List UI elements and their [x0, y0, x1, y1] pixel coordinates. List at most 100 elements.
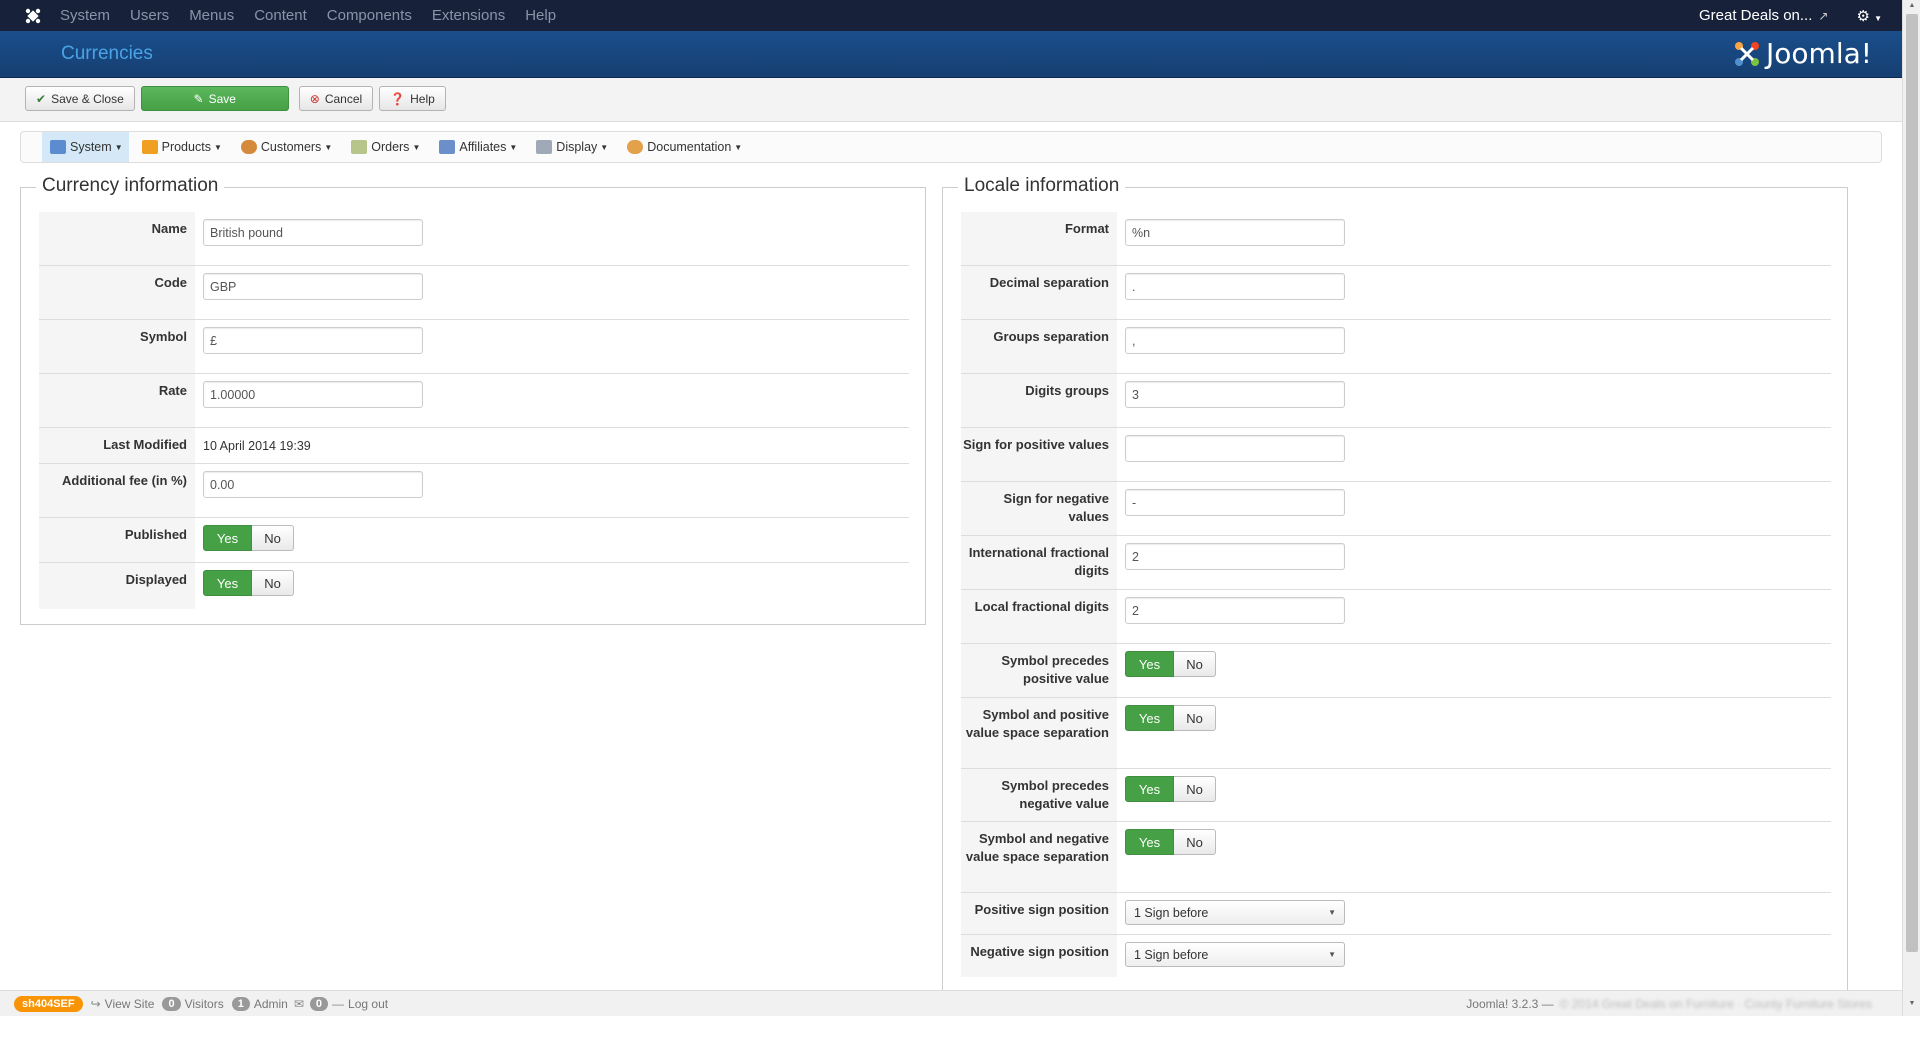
- scroll-down-icon[interactable]: ▼: [1903, 1000, 1920, 1014]
- displayed-no[interactable]: No: [252, 570, 294, 596]
- affiliates-icon: [439, 140, 456, 154]
- logout-icon: —: [332, 996, 345, 1011]
- joomla-brand-icon: [1735, 41, 1760, 66]
- code-input[interactable]: [203, 273, 423, 300]
- submenu-affiliates[interactable]: Affiliates ▼: [431, 132, 523, 162]
- published-yes[interactable]: Yes: [203, 525, 252, 551]
- decimal-label: Decimal separation: [961, 266, 1117, 319]
- help-button[interactable]: ❓ Help: [379, 86, 446, 111]
- neg-position-select[interactable]: 1 Sign before ▼: [1125, 942, 1345, 967]
- intl-frac-input[interactable]: [1125, 543, 1345, 570]
- caret-icon: ▼: [412, 142, 421, 152]
- digits-input[interactable]: [1125, 381, 1345, 408]
- sym-neg-no[interactable]: No: [1174, 776, 1216, 802]
- displayed-yes[interactable]: Yes: [203, 570, 252, 596]
- code-label: Code: [39, 266, 195, 319]
- sym-neg-space-toggle[interactable]: Yes No: [1125, 829, 1831, 855]
- published-no[interactable]: No: [252, 525, 294, 551]
- sym-neg-row: Symbol precedes negative value Yes No: [961, 769, 1831, 822]
- symbol-input[interactable]: [203, 327, 423, 354]
- sym-pos-label: Symbol precedes positive value: [961, 644, 1117, 697]
- sym-pos-toggle[interactable]: Yes No: [1125, 651, 1831, 677]
- groups-row: Groups separation: [961, 320, 1831, 374]
- scrollbar-thumb[interactable]: [1906, 14, 1918, 952]
- neg-sign-input[interactable]: [1125, 489, 1345, 516]
- page-title: Currencies: [61, 43, 153, 64]
- submenu-products-label: Products: [161, 140, 211, 154]
- submenu-products[interactable]: Products ▼: [134, 132, 228, 162]
- neg-sign-row: Sign for negative values: [961, 482, 1831, 536]
- displayed-toggle[interactable]: Yes No: [203, 570, 909, 596]
- local-frac-input[interactable]: [1125, 597, 1345, 624]
- submenu-customers[interactable]: Customers ▼: [233, 132, 338, 162]
- menu-components[interactable]: Components: [327, 7, 412, 24]
- groups-input[interactable]: [1125, 327, 1345, 354]
- sym-neg-space-yes[interactable]: Yes: [1125, 829, 1174, 855]
- question-icon: ❓: [390, 91, 406, 106]
- menu-users[interactable]: Users: [130, 7, 169, 24]
- menu-menus[interactable]: Menus: [189, 7, 234, 24]
- admin-count: 1: [231, 996, 250, 1011]
- menu-help[interactable]: Help: [525, 7, 556, 24]
- sym-neg-space-no[interactable]: No: [1174, 829, 1216, 855]
- format-label: Format: [961, 212, 1117, 265]
- published-row: Published Yes No: [39, 518, 909, 563]
- symbol-row: Symbol: [39, 320, 909, 374]
- copyright-text: © 2014 Great Deals on Furniture · County…: [1559, 996, 1872, 1011]
- joomla-logo-icon[interactable]: [16, 0, 50, 31]
- submenu-orders-label: Orders: [371, 140, 410, 154]
- joomla-brand-logo: Joomla!: [1732, 37, 1872, 70]
- sym-neg-label: Symbol precedes negative value: [961, 769, 1117, 821]
- sym-pos-space-label: Symbol and positive value space separati…: [961, 698, 1117, 768]
- site-name-link[interactable]: Great Deals on...: [1699, 7, 1812, 24]
- save-close-button[interactable]: ✔ Save & Close: [25, 86, 135, 111]
- sh404sef-badge[interactable]: sh404SEF: [14, 995, 83, 1012]
- sym-pos-no[interactable]: No: [1174, 651, 1216, 677]
- sym-pos-space-toggle[interactable]: Yes No: [1125, 705, 1831, 731]
- decimal-input[interactable]: [1125, 273, 1345, 300]
- cancel-button[interactable]: ⊗ Cancel: [298, 86, 374, 111]
- fee-input[interactable]: [203, 471, 423, 498]
- menu-content[interactable]: Content: [254, 7, 307, 24]
- edit-icon: ✎: [193, 91, 204, 106]
- envelope-icon[interactable]: ✉: [294, 997, 304, 1011]
- rate-input[interactable]: [203, 381, 423, 408]
- submenu-orders[interactable]: Orders ▼: [343, 132, 426, 162]
- view-site-link[interactable]: View Site: [105, 997, 155, 1011]
- sym-pos-space-yes[interactable]: Yes: [1125, 705, 1174, 731]
- submenu-system[interactable]: System ▼: [42, 132, 129, 162]
- submenu-display[interactable]: Display ▼: [528, 132, 614, 162]
- save-label: Save: [208, 91, 236, 106]
- digits-row: Digits groups: [961, 374, 1831, 428]
- logout-link[interactable]: Log out: [348, 997, 388, 1011]
- pos-sign-input[interactable]: [1125, 435, 1345, 462]
- caret-icon: ▼: [213, 142, 222, 152]
- gear-icon[interactable]: ⚙ ▼: [1856, 7, 1882, 25]
- pos-position-select[interactable]: 1 Sign before ▼: [1125, 900, 1345, 925]
- cancel-icon: ⊗: [309, 91, 320, 106]
- sym-pos-yes[interactable]: Yes: [1125, 651, 1174, 677]
- modified-row: Last Modified 10 April 2014 19:39: [39, 428, 909, 464]
- sym-pos-space-row: Symbol and positive value space separati…: [961, 698, 1831, 769]
- sym-pos-space-no[interactable]: No: [1174, 705, 1216, 731]
- menu-extensions[interactable]: Extensions: [432, 7, 505, 24]
- format-input[interactable]: [1125, 219, 1345, 246]
- submenu-display-label: Display: [556, 140, 598, 154]
- page-scrollbar[interactable]: ▲ ▼: [1902, 0, 1920, 1016]
- submenu-system-label: System: [70, 140, 112, 154]
- submenu-documentation[interactable]: Documentation ▼: [619, 132, 748, 162]
- external-link-icon[interactable]: ↗: [1818, 9, 1828, 23]
- intl-frac-label: International fractional digits: [961, 536, 1117, 589]
- name-row: Name: [39, 212, 909, 266]
- published-toggle[interactable]: Yes No: [203, 525, 909, 551]
- sym-neg-yes[interactable]: Yes: [1125, 776, 1174, 802]
- messages-count: 0: [309, 996, 329, 1011]
- menu-system[interactable]: System: [60, 7, 110, 24]
- save-button[interactable]: ✎ Save: [140, 86, 289, 111]
- caret-icon: ▼: [509, 142, 518, 152]
- users-icon: [240, 140, 257, 154]
- visitors-label: Visitors: [184, 996, 224, 1011]
- name-input[interactable]: [203, 219, 423, 246]
- sym-neg-toggle[interactable]: Yes No: [1125, 776, 1831, 802]
- display-icon: [536, 140, 553, 154]
